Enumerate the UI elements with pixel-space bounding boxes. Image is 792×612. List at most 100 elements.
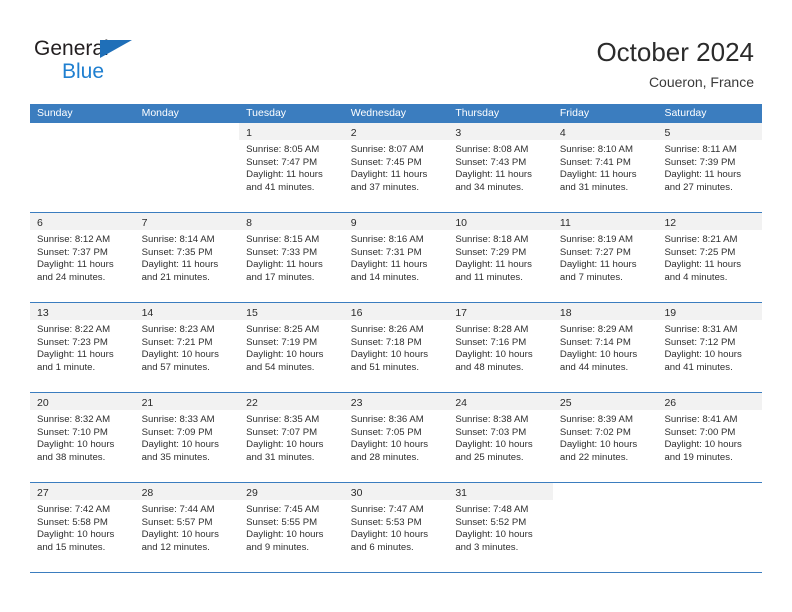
daylight-duration-line1: Daylight: 11 hours [350,169,428,181]
day-number: 16 [350,307,363,319]
day-number: 2 [350,127,357,139]
calendar-day-cell[interactable]: 21 Sunrise: 8:33 AM Sunset: 7:09 PM Dayligh… [134,393,240,482]
calendar-week-row: 1 Sunrise: 8:05 AM Sunset: 7:47 PM Daylight… [30,123,763,213]
sunset-time: Sunset: 7:05 PM [350,426,422,438]
sunset-time: Sunset: 7:00 PM [664,426,736,438]
sunset-time: Sunset: 7:09 PM [141,426,213,438]
calendar-day-cell[interactable]: 30 Sunrise: 7:47 AM Sunset: 5:53 PM Dayligh… [343,483,449,572]
day-info: Sunrise: 8:15 AM Sunset: 7:33 PM Daylight:… [239,230,344,284]
day-number-band: 25 [552,393,658,410]
day-info: Sunrise: 8:10 AM Sunset: 7:41 PM Daylight:… [553,140,658,194]
day-info: Sunrise: 8:32 AM Sunset: 7:10 PM Daylight:… [30,410,135,464]
sunset-time: Sunset: 7:31 PM [350,246,422,258]
daylight-duration-line1: Daylight: 10 hours [141,349,219,361]
page-header: General Blue October 2024 Coueron, Franc… [0,0,792,100]
calendar-day-cell[interactable]: 8 Sunrise: 8:15 AM Sunset: 7:33 PM Daylight… [239,213,344,302]
day-number: 28 [141,487,154,499]
general-blue-logo[interactable]: General Blue [34,38,154,82]
daylight-duration-line1: Daylight: 10 hours [246,349,324,361]
day-info: Sunrise: 8:16 AM Sunset: 7:31 PM Daylight:… [344,230,449,284]
calendar-day-cell[interactable]: 28 Sunrise: 7:44 AM Sunset: 5:57 PM Dayligh… [134,483,240,572]
daylight-duration-line1: Daylight: 11 hours [246,169,323,181]
sunrise-time: Sunrise: 7:47 AM [350,504,424,515]
calendar-day-cell[interactable]: 24 Sunrise: 8:38 AM Sunset: 7:03 PM Dayligh… [448,393,553,482]
day-number-band [657,483,763,500]
calendar-day-cell[interactable]: 16 Sunrise: 8:26 AM Sunset: 7:18 PM Dayligh… [343,303,449,392]
daylight-duration-line1: Daylight: 10 hours [559,349,638,361]
day-number: 18 [559,307,572,319]
sunrise-time: Sunrise: 8:11 AM [664,144,737,155]
day-info: Sunrise: 8:38 AM Sunset: 7:03 PM Daylight:… [448,410,553,464]
day-number-band: 10 [448,213,553,230]
calendar-day-cell[interactable]: 27 Sunrise: 7:42 AM Sunset: 5:58 PM Dayligh… [30,483,135,572]
day-number-band: 30 [343,483,449,500]
calendar-day-cell[interactable]: 12 Sunrise: 8:21 AM Sunset: 7:25 PM Dayligh… [657,213,763,302]
sunset-time: Sunset: 7:39 PM [664,156,736,168]
sunset-time: Sunset: 5:58 PM [37,516,108,528]
day-number: 8 [246,217,252,229]
day-number-band: 3 [448,123,553,140]
daylight-duration-line1: Daylight: 11 hours [37,259,114,271]
daylight-duration-line1: Daylight: 11 hours [559,169,637,181]
calendar-day-cell[interactable]: 29 Sunrise: 7:45 AM Sunset: 5:55 PM Dayligh… [239,483,344,572]
calendar-day-cell[interactable]: 7 Sunrise: 8:14 AM Sunset: 7:35 PM Daylight… [134,213,240,302]
day-number: 3 [455,127,462,139]
day-number-band: 28 [134,483,240,500]
calendar-day-cell[interactable]: 23 Sunrise: 8:36 AM Sunset: 7:05 PM Dayligh… [343,393,449,482]
day-number: 19 [664,307,677,319]
sunrise-time: Sunrise: 8:19 AM [559,234,633,245]
sunrise-time: Sunrise: 7:44 AM [141,504,215,515]
daylight-duration-line2: and 41 minutes. [664,361,733,373]
calendar-day-cell[interactable]: 2 Sunrise: 8:07 AM Sunset: 7:45 PM Daylight… [343,123,449,212]
day-number-band: 6 [30,213,135,230]
day-number-band: 17 [448,303,553,320]
daylight-duration-line2: and 28 minutes. [350,451,420,463]
sunset-time: Sunset: 7:23 PM [37,336,108,348]
day-number: 12 [664,217,677,229]
calendar-week-row: 13 Sunrise: 8:22 AM Sunset: 7:23 PM Dayligh… [30,303,763,393]
calendar-day-cell[interactable]: 17 Sunrise: 8:28 AM Sunset: 7:16 PM Dayligh… [448,303,553,392]
sunset-time: Sunset: 7:43 PM [455,156,527,168]
calendar-day-cell[interactable]: 25 Sunrise: 8:39 AM Sunset: 7:02 PM Dayligh… [552,393,658,482]
calendar-day-cell[interactable]: 20 Sunrise: 8:32 AM Sunset: 7:10 PM Dayligh… [30,393,135,482]
calendar-day-cell[interactable]: 31 Sunrise: 7:48 AM Sunset: 5:52 PM Dayligh… [448,483,553,572]
day-number-band [552,483,658,500]
day-number-band: 14 [134,303,240,320]
sunrise-time: Sunrise: 7:45 AM [246,504,320,515]
day-number-band: 7 [134,213,240,230]
day-number: 1 [246,127,252,139]
calendar-day-cell[interactable]: 18 Sunrise: 8:29 AM Sunset: 7:14 PM Dayligh… [552,303,658,392]
calendar-day-cell[interactable]: 6 Sunrise: 8:12 AM Sunset: 7:37 PM Daylight… [30,213,135,302]
calendar-day-cell-empty [30,123,135,212]
daylight-duration-line1: Daylight: 11 hours [455,169,532,181]
calendar-day-cell[interactable]: 9 Sunrise: 8:16 AM Sunset: 7:31 PM Daylight… [343,213,449,302]
calendar-day-cell[interactable]: 14 Sunrise: 8:23 AM Sunset: 7:21 PM Dayligh… [134,303,240,392]
calendar-day-cell[interactable]: 26 Sunrise: 8:41 AM Sunset: 7:00 PM Dayligh… [657,393,763,482]
day-number-band: 1 [239,123,344,140]
calendar-day-cell[interactable]: 10 Sunrise: 8:18 AM Sunset: 7:29 PM Dayligh… [448,213,553,302]
day-number-band: 8 [239,213,344,230]
calendar-day-cell[interactable]: 1 Sunrise: 8:05 AM Sunset: 7:47 PM Daylight… [239,123,344,212]
daylight-duration-line2: and 11 minutes. [455,271,523,283]
sunrise-time: Sunrise: 8:18 AM [455,234,529,245]
calendar-day-cell[interactable]: 22 Sunrise: 8:35 AM Sunset: 7:07 PM Dayligh… [239,393,344,482]
sunset-time: Sunset: 5:52 PM [455,516,527,528]
day-number: 6 [37,217,43,229]
calendar-day-cell[interactable]: 3 Sunrise: 8:08 AM Sunset: 7:43 PM Daylight… [448,123,553,212]
day-number-band: 31 [448,483,553,500]
sunrise-time: Sunrise: 8:23 AM [141,324,215,335]
calendar-day-cell[interactable]: 5 Sunrise: 8:11 AM Sunset: 7:39 PM Daylight… [657,123,763,212]
calendar-day-cell[interactable]: 13 Sunrise: 8:22 AM Sunset: 7:23 PM Dayligh… [30,303,135,392]
day-number: 9 [350,217,357,229]
calendar-day-cell[interactable]: 11 Sunrise: 8:19 AM Sunset: 7:27 PM Dayligh… [552,213,658,302]
calendar-day-cell[interactable]: 4 Sunrise: 8:10 AM Sunset: 7:41 PM Daylight… [552,123,658,212]
daylight-duration-line2: and 1 minute. [37,361,96,373]
day-info: Sunrise: 7:48 AM Sunset: 5:52 PM Daylight:… [448,500,553,554]
day-info: Sunrise: 8:33 AM Sunset: 7:09 PM Daylight:… [135,410,240,464]
calendar-day-cell[interactable]: 15 Sunrise: 8:25 AM Sunset: 7:19 PM Dayligh… [239,303,344,392]
calendar-grid: Sunday Monday Tuesday Wednesday Thursday… [30,104,763,573]
calendar-day-cell[interactable]: 19 Sunrise: 8:31 AM Sunset: 7:12 PM Dayligh… [657,303,763,392]
day-number-band: 18 [552,303,658,320]
day-number: 11 [559,217,571,229]
daylight-duration-line2: and 37 minutes. [350,181,420,193]
